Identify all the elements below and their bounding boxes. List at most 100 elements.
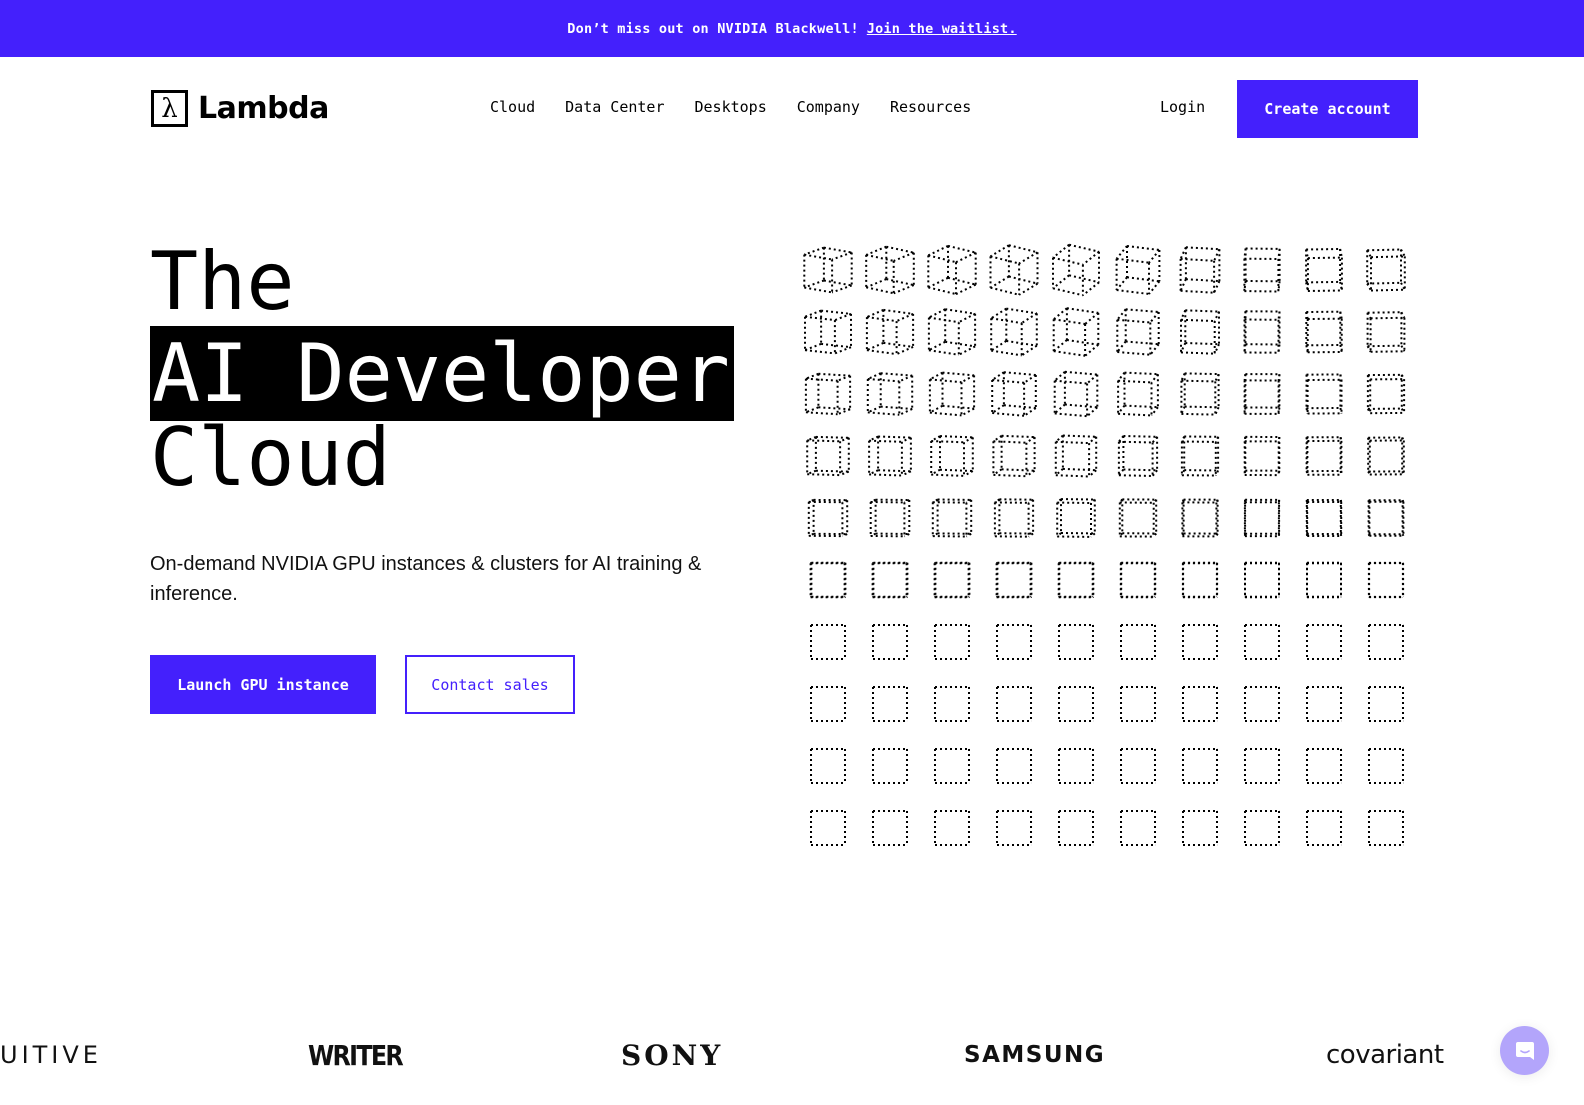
cube-icon — [1368, 686, 1404, 722]
login-link[interactable]: Login — [1160, 98, 1205, 116]
cube-edge — [939, 435, 973, 439]
logo-writer: WRITER — [308, 1038, 404, 1072]
cube-edge — [1052, 243, 1070, 259]
contact-sales-button[interactable]: Contact sales — [405, 655, 575, 714]
cube-edge — [1088, 469, 1097, 478]
cube-icon — [865, 245, 915, 295]
cube-edge — [991, 371, 1005, 381]
nav-company[interactable]: Company — [797, 98, 860, 116]
cube-icon — [1305, 373, 1343, 415]
cube-edge — [867, 378, 900, 383]
cube-edge — [1367, 311, 1402, 314]
cube-edge — [820, 342, 852, 349]
cube-icon — [1181, 498, 1219, 538]
cube-icon — [1119, 561, 1157, 599]
chat-launcher-button[interactable] — [1500, 1026, 1549, 1075]
cube-edge — [804, 349, 836, 355]
cube-edge — [1181, 412, 1216, 416]
cube-icon — [1368, 810, 1404, 846]
cube-icon — [810, 810, 846, 846]
nav-cloud[interactable]: Cloud — [490, 98, 535, 116]
cube-icon — [1116, 308, 1160, 356]
cube-edge — [992, 379, 1025, 384]
cube-edge — [928, 340, 946, 352]
cube-icon — [1181, 561, 1219, 599]
cube-edge — [928, 254, 957, 264]
cube-icon — [934, 748, 970, 784]
nav-resources[interactable]: Resources — [890, 98, 971, 116]
cube-edge — [1053, 307, 1068, 321]
cube-edge — [1185, 309, 1220, 313]
cube-edge — [878, 435, 911, 439]
cube-edge — [886, 245, 915, 254]
cube-edge — [961, 407, 975, 417]
cube-edge — [1088, 436, 1097, 444]
cube-edge — [1021, 312, 1038, 324]
cube-icon — [1244, 561, 1280, 599]
cube-edge — [866, 341, 884, 352]
cube-icon — [1305, 499, 1343, 537]
cube-edge — [1116, 340, 1127, 353]
cube-edge — [1367, 248, 1402, 252]
cube-edge — [1054, 371, 1066, 382]
cube-edge — [1118, 379, 1152, 384]
cube-edge — [1149, 343, 1160, 356]
nav-data-center[interactable]: Data Center — [565, 98, 664, 116]
cube-icon — [1306, 561, 1342, 599]
cube-icon — [1305, 436, 1343, 476]
cube-edge — [1053, 350, 1086, 357]
cube-edge — [942, 371, 975, 377]
cube-edge — [1307, 256, 1342, 260]
cube-edge — [1018, 282, 1039, 296]
cube-edge — [1180, 351, 1215, 355]
cube-edge — [1118, 440, 1153, 444]
cube-icon — [996, 748, 1032, 784]
cube-icon — [869, 498, 911, 538]
cube-edge — [1117, 351, 1151, 356]
cube-icon — [1306, 624, 1342, 660]
cube-edge — [831, 284, 853, 294]
cube-icon — [934, 686, 970, 722]
create-account-button[interactable]: Create account — [1237, 80, 1418, 138]
join-waitlist-link[interactable]: Join the waitlist. — [867, 21, 1017, 37]
cube-edge — [947, 276, 976, 286]
cube-edge — [869, 473, 902, 477]
cube-icon — [989, 244, 1039, 296]
cube-icon — [1058, 748, 1094, 784]
cube-edge — [927, 276, 949, 289]
cube-edge — [990, 286, 1020, 296]
cube-icon — [1182, 624, 1218, 660]
cube-edge — [878, 469, 911, 473]
cube-edge — [929, 378, 962, 384]
cube-edge — [928, 286, 957, 296]
logo-samsung: SAMSUNG — [964, 1042, 1106, 1068]
cube-edge — [961, 374, 975, 384]
lambda-logo[interactable]: λ Lambda — [151, 90, 329, 127]
cube-edge — [1306, 280, 1341, 284]
cube-edge — [1006, 307, 1037, 315]
cube-icon — [1243, 435, 1281, 477]
cube-edge — [945, 340, 976, 348]
cube-edge — [1181, 379, 1216, 383]
cube-edge — [1030, 595, 1032, 599]
cube-icon — [1244, 748, 1280, 784]
cube-edge — [1370, 350, 1405, 353]
nav-desktops[interactable]: Desktops — [695, 98, 767, 116]
cube-edge — [1184, 405, 1219, 409]
cube-icon — [1054, 434, 1098, 478]
cube-icon — [993, 498, 1035, 538]
cube-icon — [1057, 561, 1095, 599]
cube-edge — [1053, 318, 1086, 325]
cube-edge — [1367, 281, 1402, 285]
launch-gpu-instance-button[interactable]: Launch GPU instance — [150, 655, 376, 714]
cube-edge — [1116, 308, 1127, 321]
cube-edge — [945, 308, 976, 315]
cube-icon — [871, 561, 909, 599]
cube-edge — [1115, 276, 1128, 291]
cube-edge — [1118, 412, 1152, 417]
cube-icon — [996, 686, 1032, 722]
cube-edge — [1125, 340, 1159, 346]
cube-edge — [1001, 434, 1035, 439]
cube-icon — [996, 624, 1032, 660]
cube-edge — [1086, 373, 1098, 385]
